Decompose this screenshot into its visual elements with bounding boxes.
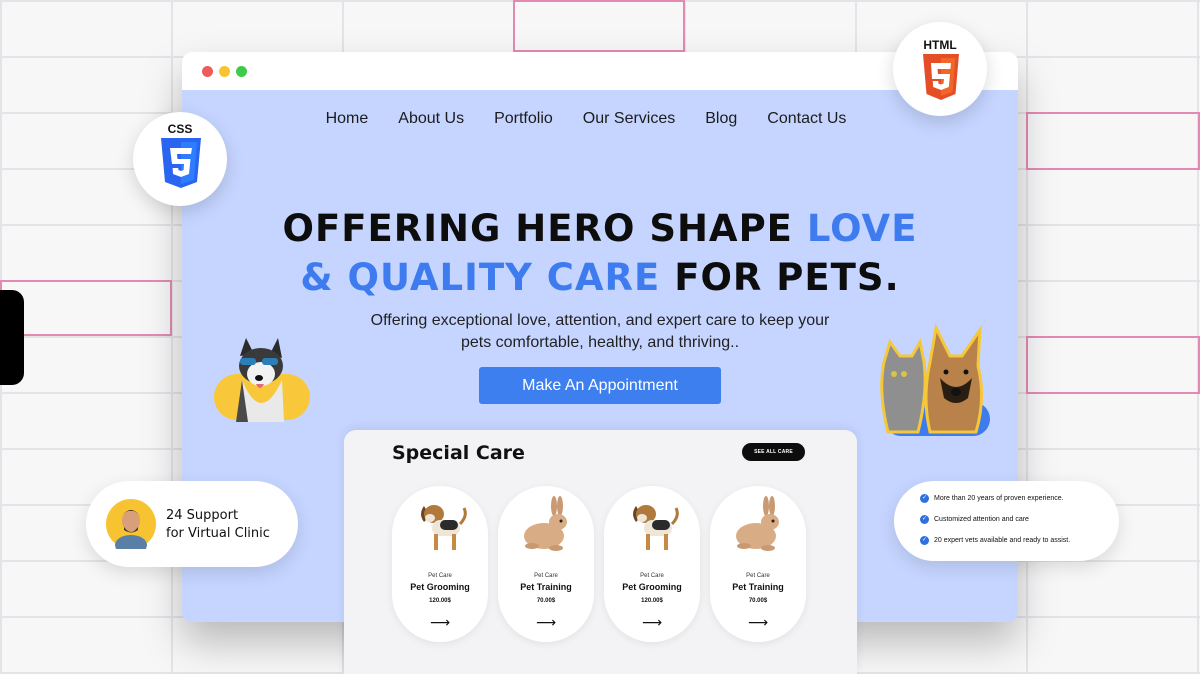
care-card-item[interactable]: Pet Care Pet Grooming 120.00$ ⟶ (392, 486, 488, 642)
arrow-right-icon[interactable]: ⟶ (498, 614, 594, 631)
css3-logo-icon (161, 138, 201, 188)
html-badge-label: HTML (923, 38, 957, 52)
see-all-care-button[interactable]: SEE ALL CARE (742, 443, 805, 461)
css-badge: CSS (133, 112, 227, 206)
care-card-name: Pet Training (732, 582, 784, 592)
check-icon: ✓ (920, 494, 929, 503)
nav-item-blog[interactable]: Blog (705, 110, 737, 128)
decorative-shape (0, 290, 24, 385)
care-card-price: 70.00$ (748, 598, 768, 604)
care-card-item[interactable]: Pet Care Pet Training 70.00$ ⟶ (498, 486, 594, 642)
avatar (106, 499, 156, 549)
rabbit-icon (524, 496, 567, 551)
nav-item-home[interactable]: Home (326, 110, 369, 128)
features-card: ✓ More than 20 years of proven experienc… (894, 481, 1119, 561)
cat-and-dog-image (880, 323, 984, 434)
arrow-right-icon[interactable]: ⟶ (710, 614, 806, 631)
hero-title-line-2: & QUALITY CARE FOR PETS. (182, 253, 1018, 303)
feature-item: ✓ Customized attention and care (920, 515, 1029, 524)
dog-icon (421, 505, 467, 550)
background-highlight-box (1026, 336, 1200, 394)
background-highlight-box (0, 280, 172, 336)
care-card-price: 70.00$ (536, 598, 556, 604)
main-nav: Home About Us Portfolio Our Services Blo… (182, 110, 1018, 128)
feature-item: ✓ 20 expert vets available and ready to … (920, 536, 1070, 545)
care-card-item[interactable]: Pet Care Pet Grooming 120.00$ ⟶ (604, 486, 700, 642)
nav-item-about-us[interactable]: About Us (398, 110, 464, 128)
make-appointment-button[interactable]: Make An Appointment (479, 367, 721, 404)
husky-dog-image (236, 338, 284, 422)
hero-title-accent: & QUALITY CARE (300, 256, 661, 299)
maximize-dot-icon[interactable] (236, 65, 247, 77)
care-card-name: Pet Training (520, 582, 572, 592)
arrow-right-icon[interactable]: ⟶ (392, 614, 488, 631)
care-card-category: Pet Care (640, 573, 664, 579)
nav-item-portfolio[interactable]: Portfolio (494, 110, 553, 128)
care-card-category: Pet Care (746, 573, 770, 579)
hero-title-accent: LOVE (806, 207, 918, 250)
feature-item: ✓ More than 20 years of proven experienc… (920, 494, 1064, 503)
check-icon: ✓ (920, 515, 929, 524)
hero-title-text: OFFERING HERO SHAPE (282, 207, 807, 250)
close-dot-icon[interactable] (202, 65, 213, 77)
minimize-dot-icon[interactable] (219, 65, 230, 77)
support-text: 24 Support for Virtual Clinic (166, 507, 270, 543)
hero-title-text: FOR PETS. (660, 256, 900, 299)
html5-logo-icon (923, 54, 959, 100)
check-icon: ✓ (920, 536, 929, 545)
support-card: 24 Support for Virtual Clinic (86, 481, 298, 567)
css-badge-label: CSS (167, 122, 193, 136)
background-highlight-box (1026, 112, 1200, 170)
rabbit-icon (736, 496, 779, 551)
feature-text: Customized attention and care (934, 516, 1029, 523)
support-line: for Virtual Clinic (166, 526, 270, 541)
care-card-item[interactable]: Pet Care Pet Training 70.00$ ⟶ (710, 486, 806, 642)
care-card-category: Pet Care (534, 573, 558, 579)
html-badge: HTML (893, 22, 987, 116)
support-line: 24 Support (166, 508, 239, 523)
care-card-price: 120.00$ (429, 598, 451, 604)
background-highlight-box (513, 0, 685, 52)
care-card-price: 120.00$ (641, 598, 663, 604)
feature-text: More than 20 years of proven experience. (934, 495, 1064, 502)
nav-item-contact-us[interactable]: Contact Us (767, 110, 846, 128)
hero-title-line-1: OFFERING HERO SHAPE LOVE (182, 204, 1018, 254)
care-card-category: Pet Care (428, 573, 452, 579)
feature-text: 20 expert vets available and ready to as… (934, 537, 1071, 544)
special-care-title: Special Care (392, 442, 525, 464)
care-card-name: Pet Grooming (622, 582, 682, 592)
arrow-right-icon[interactable]: ⟶ (604, 614, 700, 631)
special-care-section: Special Care SEE ALL CARE Pet Care Pet G… (344, 430, 857, 674)
nav-item-our-services[interactable]: Our Services (583, 110, 675, 128)
dog-icon (633, 505, 679, 550)
care-card-name: Pet Grooming (410, 582, 470, 592)
